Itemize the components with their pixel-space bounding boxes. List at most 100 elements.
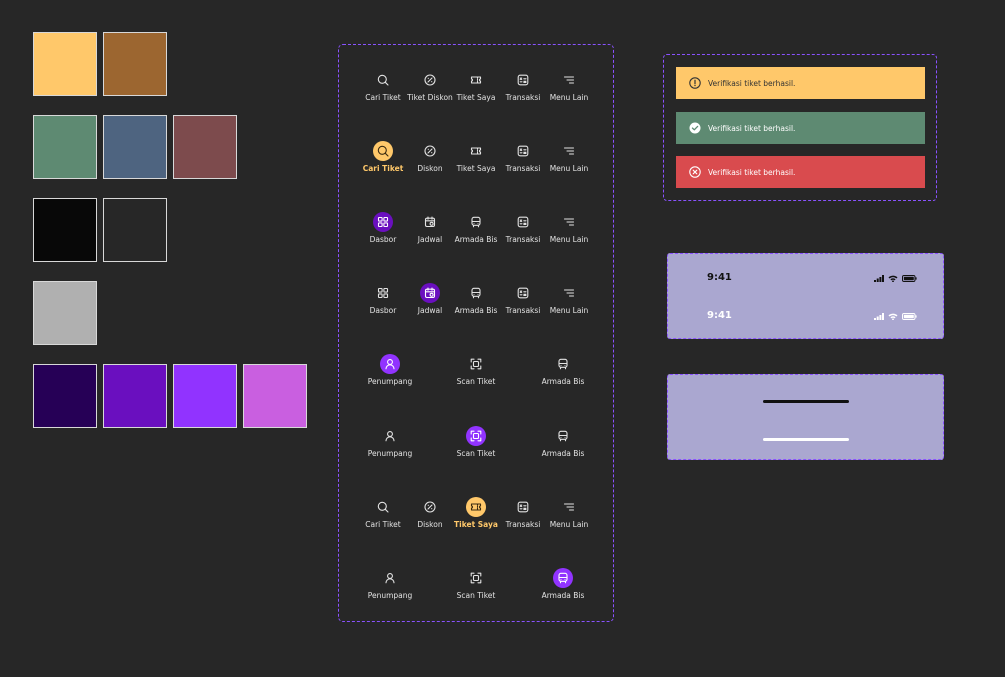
nav-item-label: Penumpang xyxy=(367,591,413,600)
swatch-maroon xyxy=(173,115,237,179)
user-icon xyxy=(380,426,400,446)
nav-item-menu[interactable]: Menu Lain xyxy=(534,283,604,316)
nav-item-label: Menu Lain xyxy=(549,520,589,529)
bus-icon xyxy=(553,568,573,588)
swatch-deep-purple xyxy=(33,364,97,428)
nav-item-scan[interactable]: Scan Tiket xyxy=(441,354,511,387)
swatch-purple xyxy=(103,364,167,428)
nav-item-bus[interactable]: Armada Bis xyxy=(528,354,598,387)
ticket-icon xyxy=(466,141,486,161)
nav-item-label: Menu Lain xyxy=(549,164,589,173)
status-time: 9:41 xyxy=(707,310,732,321)
menu-icon xyxy=(559,497,579,517)
status-bar-light: 9:41 xyxy=(707,309,917,323)
close-circle-icon xyxy=(689,166,701,178)
battery-icon xyxy=(902,312,917,320)
alert-success: Verifikasi tiket berhasil. xyxy=(676,112,925,144)
search-icon xyxy=(373,141,393,161)
user-icon xyxy=(380,568,400,588)
nav-item-label: Penumpang xyxy=(367,449,413,458)
swatch-orchid xyxy=(243,364,307,428)
swatch-gray xyxy=(33,281,97,345)
search-icon xyxy=(373,497,393,517)
nav-item-label: Scan Tiket xyxy=(456,449,496,458)
warning-icon xyxy=(689,77,701,89)
swatch-green xyxy=(33,115,97,179)
status-bar-variants: 9:41 9:41 xyxy=(667,253,944,339)
nav-item-label: Jadwal xyxy=(417,235,443,244)
nav-item-user[interactable]: Penumpang xyxy=(355,354,425,387)
discount-icon xyxy=(420,497,440,517)
nav-bar-variant: Dasbor Jadwal Armada Bis Transaksi Menu Lain xyxy=(339,283,613,323)
discount-icon xyxy=(420,141,440,161)
calendar-icon xyxy=(420,283,440,303)
transaction-icon xyxy=(513,497,533,517)
alert-variants: Verifikasi tiket berhasil. Verifikasi tik… xyxy=(663,54,937,201)
calendar-icon xyxy=(420,212,440,232)
nav-item-label: Scan Tiket xyxy=(456,377,496,386)
menu-icon xyxy=(559,212,579,232)
menu-icon xyxy=(559,141,579,161)
swatch-black xyxy=(33,198,97,262)
transaction-icon xyxy=(513,212,533,232)
nav-item-user[interactable]: Penumpang xyxy=(355,568,425,601)
signal-icon xyxy=(874,312,884,320)
nav-bar-variant: Penumpang Scan Tiket Armada Bis xyxy=(339,354,613,394)
menu-icon xyxy=(559,283,579,303)
home-indicator-variants xyxy=(667,374,944,460)
nav-item-label: Armada Bis xyxy=(541,377,585,386)
ticket-icon xyxy=(466,497,486,517)
nav-item-user[interactable]: Penumpang xyxy=(355,426,425,459)
nav-item-label: Diskon xyxy=(417,520,443,529)
swatch-yellow xyxy=(33,32,97,96)
home-indicator-light xyxy=(763,438,849,441)
nav-item-label: Dasbor xyxy=(369,235,397,244)
nav-bar-variant: Penumpang Scan Tiket Armada Bis xyxy=(339,568,613,608)
ticket-icon xyxy=(466,70,486,90)
signal-icon xyxy=(874,274,884,282)
wifi-icon xyxy=(888,275,898,282)
bus-icon xyxy=(553,354,573,374)
check-circle-icon xyxy=(689,122,701,134)
alert-warning: Verifikasi tiket berhasil. xyxy=(676,67,925,99)
nav-bar-variant: Cari Tiket Diskon Tiket Saya Transaksi Menu … xyxy=(339,141,613,181)
discount-icon xyxy=(420,70,440,90)
swatch-brown xyxy=(103,32,167,96)
home-indicator-dark xyxy=(763,400,849,403)
scan-icon xyxy=(466,354,486,374)
nav-item-menu[interactable]: Menu Lain xyxy=(534,141,604,174)
nav-item-scan[interactable]: Scan Tiket xyxy=(441,426,511,459)
alert-error: Verifikasi tiket berhasil. xyxy=(676,156,925,188)
nav-item-bus[interactable]: Armada Bis xyxy=(528,568,598,601)
bus-icon xyxy=(466,283,486,303)
nav-item-menu[interactable]: Menu Lain xyxy=(534,70,604,103)
wifi-icon xyxy=(888,313,898,320)
dashboard-icon xyxy=(373,283,393,303)
nav-item-label: Jadwal xyxy=(417,306,443,315)
alert-message: Verifikasi tiket berhasil. xyxy=(708,78,796,88)
nav-item-scan[interactable]: Scan Tiket xyxy=(441,568,511,601)
nav-item-label: Menu Lain xyxy=(549,235,589,244)
nav-item-bus[interactable]: Armada Bis xyxy=(528,426,598,459)
nav-bar-variant: Penumpang Scan Tiket Armada Bis xyxy=(339,426,613,466)
swatch-violet xyxy=(173,364,237,428)
nav-item-menu[interactable]: Menu Lain xyxy=(534,212,604,245)
alert-message: Verifikasi tiket berhasil. xyxy=(708,123,796,133)
bus-icon xyxy=(466,212,486,232)
nav-item-label: Armada Bis xyxy=(541,449,585,458)
nav-item-label: Penumpang xyxy=(367,377,413,386)
scan-icon xyxy=(466,568,486,588)
bus-icon xyxy=(553,426,573,446)
nav-item-label: Armada Bis xyxy=(541,591,585,600)
nav-item-menu[interactable]: Menu Lain xyxy=(534,497,604,530)
user-icon xyxy=(380,354,400,374)
nav-bar-variant: Cari Tiket Diskon Tiket Saya Transaksi Menu … xyxy=(339,497,613,537)
transaction-icon xyxy=(513,283,533,303)
search-icon xyxy=(373,70,393,90)
status-bar-dark: 9:41 xyxy=(707,271,917,285)
nav-bar-variant: Cari Tiket Tiket Diskon Tiket Saya Transaks… xyxy=(339,70,613,110)
nav-item-label: Menu Lain xyxy=(549,306,589,315)
nav-item-label: Scan Tiket xyxy=(456,591,496,600)
transaction-icon xyxy=(513,141,533,161)
swatch-blue xyxy=(103,115,167,179)
